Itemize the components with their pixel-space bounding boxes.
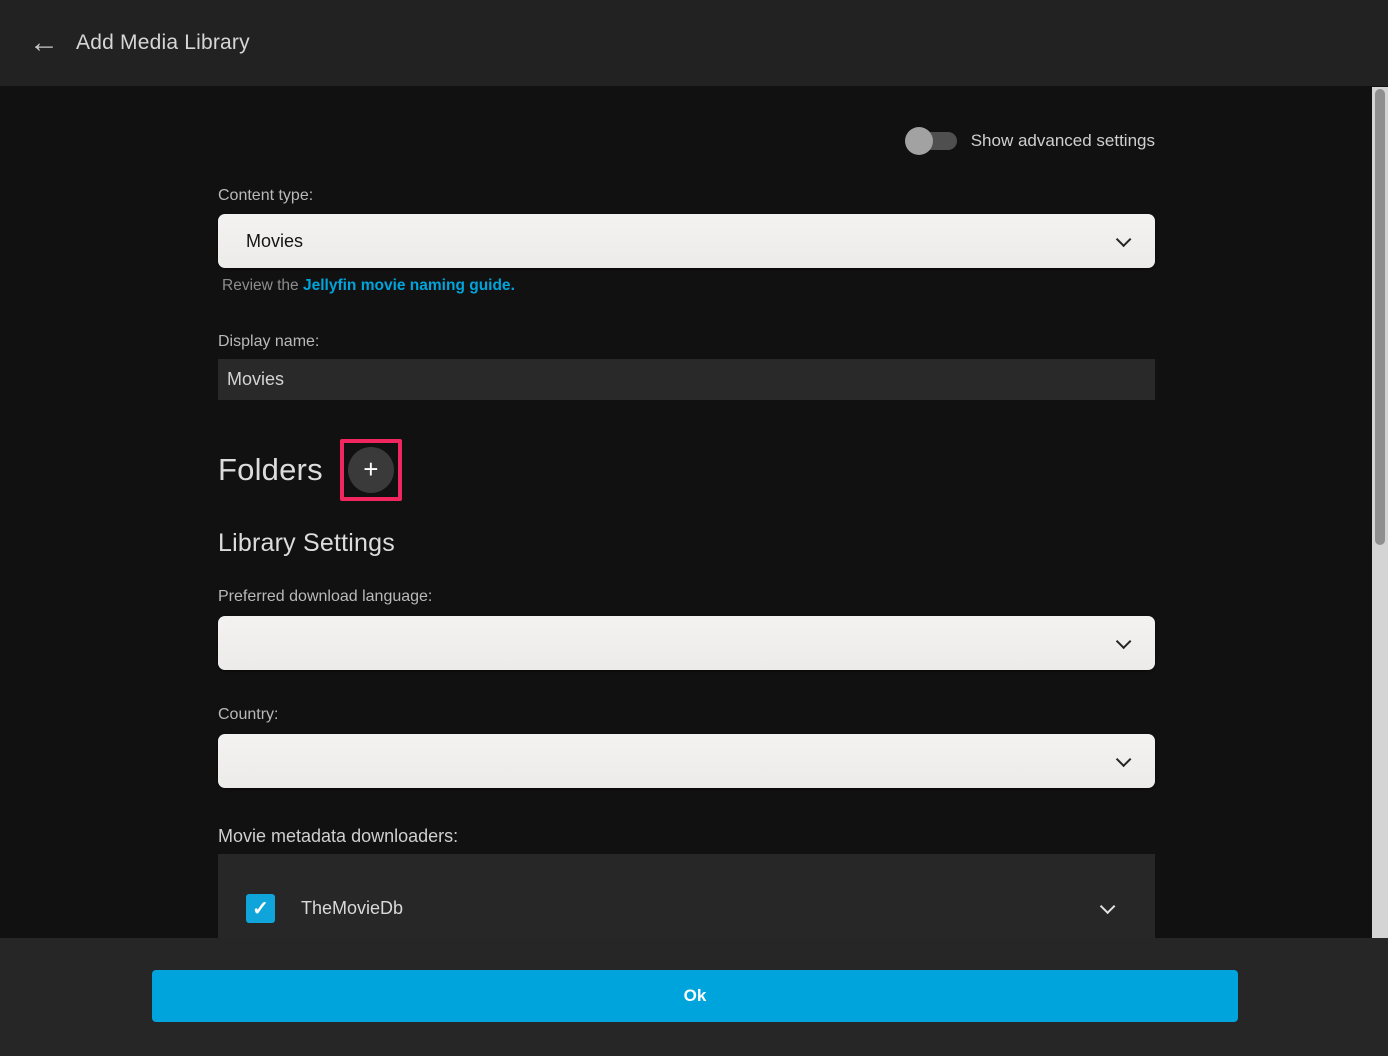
metadata-downloader-name: TheMovieDb: [301, 898, 1100, 919]
ok-button[interactable]: Ok: [152, 970, 1238, 1022]
preferred-language-select[interactable]: [218, 616, 1155, 670]
scrollbar-track[interactable]: [1372, 87, 1388, 938]
country-select[interactable]: [218, 734, 1155, 788]
dialog-content: Show advanced settings Content type: Mov…: [0, 86, 1372, 938]
chevron-down-icon: [1116, 231, 1132, 247]
chevron-down-icon: [1116, 633, 1132, 649]
chevron-down-icon: [1116, 751, 1132, 767]
page-title: Add Media Library: [76, 31, 250, 55]
library-settings-heading: Library Settings: [218, 529, 1155, 558]
preferred-language-label: Preferred download language:: [218, 588, 1155, 606]
header-bar: ← Add Media Library: [0, 0, 1388, 86]
content-type-value: Movies: [246, 231, 1116, 252]
back-arrow-icon[interactable]: ←: [22, 21, 66, 65]
add-folder-button[interactable]: +: [348, 447, 394, 493]
folders-heading: Folders: [218, 452, 323, 488]
advanced-settings-row: Show advanced settings: [218, 127, 1155, 155]
metadata-downloaders-panel: ✓ TheMovieDb: [218, 854, 1155, 938]
help-suffix: .: [511, 277, 515, 294]
library-form: Show advanced settings Content type: Mov…: [218, 127, 1155, 938]
folders-section-header: Folders +: [218, 439, 1155, 501]
content-type-label: Content type:: [218, 187, 1155, 205]
country-label: Country:: [218, 706, 1155, 724]
focus-ring: +: [340, 439, 402, 501]
metadata-downloaders-label: Movie metadata downloaders:: [218, 826, 1155, 847]
display-name-label: Display name:: [218, 333, 1155, 351]
naming-guide-help: Review the Jellyfin movie naming guide.: [222, 277, 1155, 295]
scrollbar-thumb[interactable]: [1375, 89, 1385, 545]
metadata-downloader-row[interactable]: ✓ TheMovieDb: [218, 854, 1155, 923]
show-advanced-settings-label: Show advanced settings: [971, 131, 1155, 151]
display-name-input[interactable]: [218, 359, 1155, 400]
naming-guide-link[interactable]: Jellyfin movie naming guide: [303, 277, 511, 294]
footer-bar: Ok: [0, 938, 1388, 1056]
chevron-down-icon[interactable]: [1100, 899, 1116, 915]
toggle-knob: [905, 127, 933, 155]
help-text: Review the: [222, 277, 303, 294]
themoviedb-checkbox[interactable]: ✓: [246, 894, 275, 923]
content-type-select[interactable]: Movies: [218, 214, 1155, 268]
show-advanced-settings-toggle[interactable]: [905, 127, 959, 155]
